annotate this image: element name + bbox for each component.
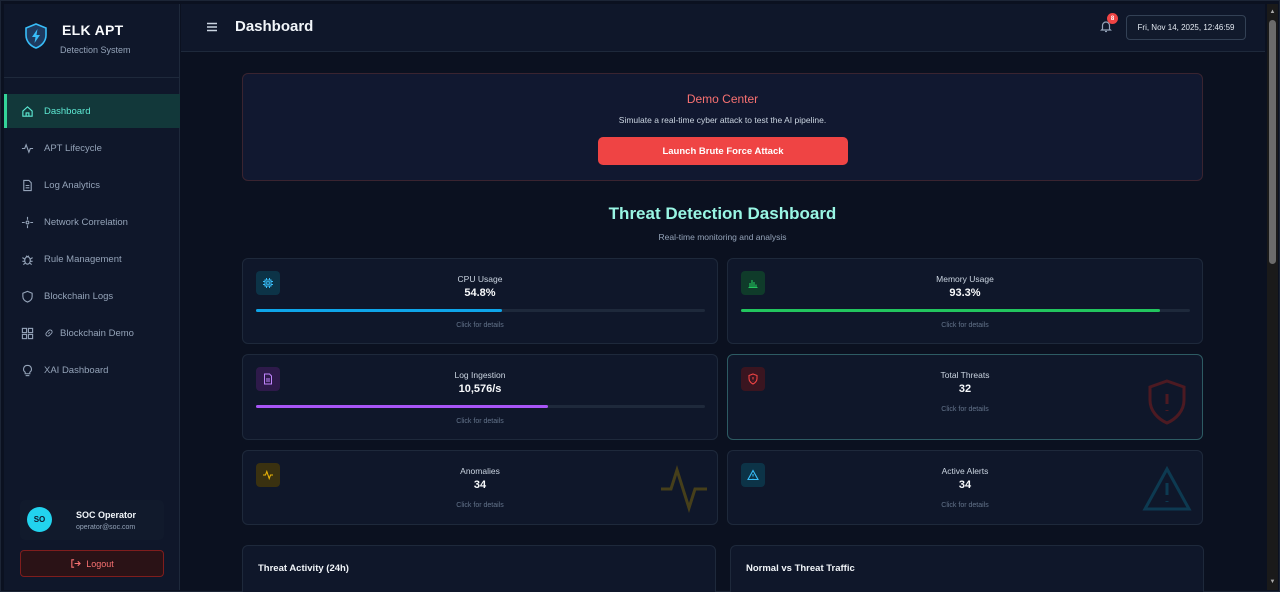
home-icon (22, 105, 33, 117)
sidebar-item-label: XAI Dashboard (44, 364, 109, 376)
sidebar-item-rule-management[interactable]: Rule Management (4, 242, 180, 276)
dashboard-subtitle: Real-time monitoring and analysis (658, 232, 787, 242)
sidebar-nav: Dashboard APT Lifecycle Log Analytics Ne… (4, 94, 180, 390)
memory-usage-card[interactable]: Memory Usage 93.3% Click for details (727, 258, 1203, 344)
log-ingestion-card[interactable]: Log Ingestion 10,576/s Click for details (242, 354, 718, 440)
sidebar-item-label: Network Correlation (44, 216, 128, 228)
total-threats-card[interactable]: Total Threats 32 Click for details (727, 354, 1203, 440)
logout-button[interactable]: Logout (20, 550, 164, 577)
shield-lightning-icon (25, 23, 47, 49)
network-icon (21, 216, 34, 228)
lightbulb-icon (23, 364, 32, 376)
demo-center-panel: Demo Center Simulate a real-time cyber a… (242, 73, 1203, 181)
card-hint: Click for details (941, 502, 989, 509)
sidebar-item-blockchain-logs[interactable]: Blockchain Logs (4, 279, 180, 313)
active-alerts-card[interactable]: Active Alerts 34 Click for details (727, 450, 1203, 525)
sidebar-item-label: Blockchain Logs (44, 290, 114, 302)
card-label: Total Threats (940, 370, 990, 380)
card-label: Log Ingestion (454, 370, 506, 380)
scroll-down-arrow-icon[interactable]: ▼ (1269, 578, 1276, 586)
sidebar-item-dashboard[interactable]: Dashboard (4, 94, 180, 128)
log-progress-track (256, 405, 705, 408)
card-hint: Click for details (456, 322, 504, 329)
cpu-progress-track (256, 309, 705, 312)
avatar: SO (27, 507, 52, 532)
activity-background-icon (661, 465, 707, 513)
card-value: 93.3% (949, 287, 981, 299)
sidebar-item-apt-lifecycle[interactable]: APT Lifecycle (4, 131, 180, 165)
chart-title: Normal vs Threat Traffic (746, 563, 855, 574)
dashboard-title: Threat Detection Dashboard (608, 204, 837, 223)
card-value: 34 (473, 479, 487, 491)
cpu-usage-card[interactable]: CPU Usage 54.8% Click for details (242, 258, 718, 344)
card-hint: Click for details (941, 322, 989, 329)
top-header: Dashboard 8 Fri, Nov 14, 2025, 12:46:59 (181, 4, 1265, 52)
app-window: ELK APT Detection System Dashboard APT L… (0, 0, 1280, 592)
sidebar-item-label: Rule Management (44, 253, 122, 265)
cpu-progress-fill (256, 309, 503, 312)
sidebar-item-label: Dashboard (44, 105, 91, 117)
traffic-chart-card: Normal vs Threat Traffic (730, 545, 1204, 592)
grid-icon (21, 327, 34, 339)
scroll-up-arrow-icon[interactable]: ▲ (1269, 8, 1276, 16)
file-icon (23, 179, 32, 191)
datetime-display: Fri, Nov 14, 2025, 12:46:59 (1126, 15, 1246, 40)
bug-icon (22, 254, 33, 265)
card-value: 34 (958, 479, 972, 491)
sidebar-item-xai-dashboard[interactable]: XAI Dashboard (4, 353, 180, 387)
chart-title: Threat Activity (24h) (258, 563, 349, 574)
launch-attack-button[interactable]: Launch Brute Force Attack (598, 137, 848, 165)
brand: ELK APT Detection System (4, 4, 180, 78)
logout-icon (71, 559, 82, 568)
card-hint: Click for details (456, 418, 504, 425)
menu-icon[interactable] (205, 20, 219, 34)
memory-progress-track (741, 309, 1190, 312)
anomalies-card[interactable]: Anomalies 34 Click for details (242, 450, 718, 525)
card-label: Memory Usage (936, 274, 994, 284)
sidebar-item-network-correlation[interactable]: Network Correlation (4, 205, 180, 239)
log-progress-fill (256, 405, 548, 408)
notification-badge: 8 (1107, 13, 1118, 24)
card-value: 54.8% (464, 287, 496, 299)
card-label: Anomalies (460, 466, 500, 476)
sidebar: ELK APT Detection System Dashboard APT L… (4, 4, 180, 590)
warning-background-icon (1142, 465, 1192, 511)
card-value: 32 (958, 383, 972, 395)
demo-center-title: Demo Center (686, 92, 759, 106)
card-hint: Click for details (941, 406, 989, 413)
shield-icon (22, 290, 33, 303)
sidebar-item-label: Blockchain Demo (60, 327, 134, 339)
demo-center-description: Simulate a real-time cyber attack to tes… (618, 115, 827, 125)
sidebar-item-log-analytics[interactable]: Log Analytics (4, 168, 180, 202)
memory-progress-fill (741, 309, 1160, 312)
card-label: Active Alerts (941, 466, 989, 476)
user-email: operator@soc.com (76, 524, 136, 531)
user-name: SOC Operator (76, 510, 137, 520)
brand-title: ELK APT (62, 22, 124, 38)
link-icon (45, 329, 53, 337)
scrollbar[interactable]: ▲ ▼ (1267, 4, 1278, 590)
brand-subtitle: Detection System (60, 45, 131, 55)
threat-activity-chart-card: Threat Activity (24h) (242, 545, 716, 592)
sidebar-item-blockchain-demo[interactable]: Blockchain Demo (4, 316, 180, 350)
user-card: SO SOC Operator operator@soc.com (20, 500, 164, 540)
activity-icon (21, 142, 34, 154)
scrollbar-thumb[interactable] (1269, 20, 1276, 264)
card-label: CPU Usage (457, 274, 503, 284)
card-hint: Click for details (456, 502, 504, 509)
page-title: Dashboard (235, 18, 314, 35)
sidebar-item-label: Log Analytics (44, 179, 100, 191)
sidebar-item-label: APT Lifecycle (44, 142, 102, 154)
shield-alert-background-icon (1148, 379, 1186, 425)
card-value: 10,576/s (458, 383, 502, 395)
logout-label: Logout (86, 558, 114, 569)
